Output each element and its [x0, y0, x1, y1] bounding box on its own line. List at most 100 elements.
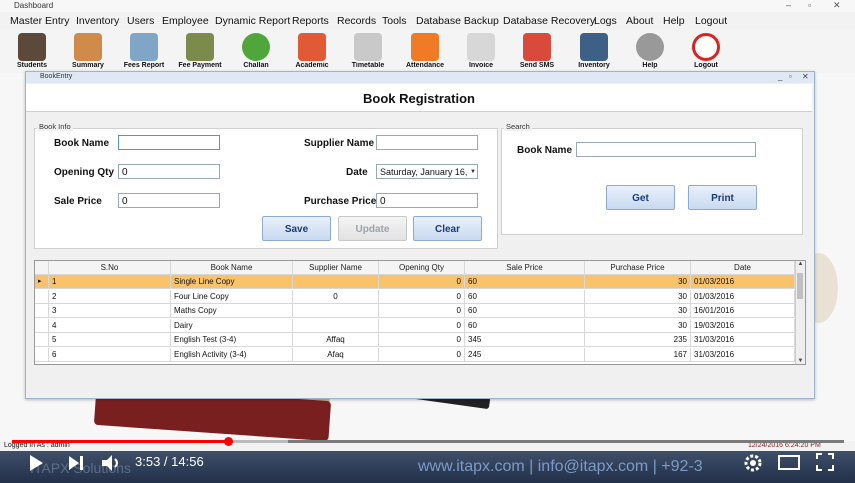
toolbar-logout[interactable]: Logout — [682, 33, 730, 69]
table-cell[interactable]: 167 — [585, 347, 691, 362]
table-cell[interactable]: 345 — [465, 333, 585, 347]
table-cell[interactable]: 30 — [585, 289, 691, 304]
table-cell[interactable]: 60 — [465, 289, 585, 304]
table-row[interactable]: 2 Four Line Copy 0 0 60 30 01/03/2016 — [35, 289, 795, 305]
toolbar-send-sms[interactable]: Send SMS — [513, 33, 561, 69]
table-cell[interactable]: 1 — [49, 275, 171, 289]
search-book-name-input[interactable] — [576, 142, 756, 157]
table-cell[interactable]: Maths Copy — [171, 304, 293, 318]
table-cell[interactable]: 4 — [49, 318, 171, 333]
table-cell[interactable]: Afaq — [293, 347, 379, 362]
menu-master-entry[interactable]: Master Entry — [10, 15, 70, 27]
menu-help[interactable]: Help — [663, 15, 685, 27]
save-button[interactable]: Save — [262, 216, 331, 241]
maximize-icon[interactable]: ▫ — [808, 0, 811, 10]
toolbar-students[interactable]: Students — [8, 33, 56, 69]
clear-button[interactable]: Clear — [413, 216, 482, 241]
menu-tools[interactable]: Tools — [382, 15, 407, 27]
col-sno-header[interactable]: S.No — [49, 261, 171, 275]
col-purchase-price-header[interactable]: Purchase Price — [585, 261, 691, 275]
table-row[interactable]: 4 Dairy 0 60 30 19/03/2016 — [35, 318, 795, 334]
scroll-thumb[interactable] — [797, 273, 803, 299]
menu-database-backup[interactable]: Database Backup — [416, 15, 499, 27]
table-cell[interactable]: 60 — [465, 304, 585, 318]
video-progress-bar[interactable] — [12, 437, 844, 446]
menu-dynamic-report[interactable]: Dynamic Report — [215, 15, 290, 27]
table-row[interactable]: 5 English Test (3-4) Affaq 0 345 235 31/03/201… — [35, 333, 795, 348]
date-picker[interactable]: Saturday, January 16, ▼ — [376, 164, 478, 179]
table-cell[interactable]: 3 — [49, 304, 171, 318]
table-cell[interactable]: Four Line Copy — [171, 289, 293, 304]
print-button[interactable]: Print — [688, 185, 757, 210]
row-header-cell[interactable] — [35, 347, 49, 362]
toolbar-inventory[interactable]: Inventory — [570, 33, 618, 69]
table-row[interactable]: 3 Maths Copy 0 60 30 16/01/2016 — [35, 304, 795, 319]
table-cell[interactable]: English Activity (3-4) — [171, 347, 293, 362]
menu-reports[interactable]: Reports — [292, 15, 329, 27]
settings-gear-icon[interactable] — [743, 453, 763, 473]
col-book-name-header[interactable]: Book Name — [171, 261, 293, 275]
menu-employee[interactable]: Employee — [162, 15, 209, 27]
grid-scrollbar[interactable]: ▲ ▼ — [795, 261, 805, 364]
table-cell[interactable]: 31/03/2016 — [691, 333, 795, 347]
table-cell[interactable] — [293, 275, 379, 289]
window-maximize-icon[interactable]: ▫ — [789, 72, 792, 81]
menu-records[interactable]: Records — [337, 15, 376, 27]
table-cell[interactable]: 6 — [49, 347, 171, 362]
toolbar-summary[interactable]: Summary — [64, 33, 112, 69]
scroll-down-icon[interactable]: ▼ — [796, 358, 805, 364]
table-cell[interactable]: 19/03/2016 — [691, 318, 795, 333]
close-icon[interactable]: ✕ — [833, 0, 841, 11]
table-row[interactable]: ▸ 1 Single Line Copy 0 60 30 01/03/2016 — [35, 275, 795, 290]
row-header-cell[interactable]: ▸ — [35, 275, 49, 289]
row-header-cell[interactable] — [35, 289, 49, 304]
menu-about[interactable]: About — [626, 15, 653, 27]
table-cell[interactable]: 16/01/2016 — [691, 304, 795, 318]
table-cell[interactable] — [293, 304, 379, 318]
opening-qty-input[interactable]: 0 — [118, 164, 220, 179]
menu-logs[interactable]: Logs — [594, 15, 617, 27]
col-supplier-header[interactable]: Supplier Name — [293, 261, 379, 275]
window-close-icon[interactable]: ✕ — [802, 72, 809, 81]
theater-mode-icon[interactable] — [778, 455, 800, 470]
toolbar-challan[interactable]: Challan — [232, 33, 280, 69]
row-header-cell[interactable] — [35, 333, 49, 347]
col-date-header[interactable]: Date — [691, 261, 795, 275]
table-cell[interactable]: 2 — [49, 289, 171, 304]
table-cell[interactable]: 01/03/2016 — [691, 289, 795, 304]
table-cell[interactable]: 0 — [379, 289, 465, 304]
table-cell[interactable]: 0 — [293, 289, 379, 304]
books-grid[interactable]: S.No Book Name Supplier Name Opening Qty… — [34, 260, 806, 365]
next-icon[interactable] — [68, 455, 84, 471]
toolbar-fees-report[interactable]: Fees Report — [120, 33, 168, 69]
table-cell[interactable]: Single Line Copy — [171, 275, 293, 289]
table-cell[interactable]: 235 — [585, 333, 691, 347]
scroll-up-icon[interactable]: ▲ — [796, 261, 805, 267]
row-header-cell[interactable] — [35, 318, 49, 333]
chevron-down-icon[interactable]: ▼ — [470, 165, 476, 180]
menu-database-recovery[interactable]: Database Recovery — [503, 15, 595, 27]
volume-icon[interactable] — [101, 454, 123, 472]
window-minimize-icon[interactable]: _ — [778, 72, 782, 81]
toolbar-fee-payment[interactable]: Fee Payment — [176, 33, 224, 69]
table-cell[interactable] — [293, 318, 379, 333]
toolbar-academic[interactable]: Academic — [288, 33, 336, 69]
table-cell[interactable]: 0 — [379, 347, 465, 362]
supplier-name-input[interactable] — [376, 135, 478, 150]
table-row[interactable]: 6 English Activity (3-4) Afaq 0 245 167 31/03/… — [35, 347, 795, 363]
toolbar-invoice[interactable]: Invoice — [457, 33, 505, 69]
update-button[interactable]: Update — [338, 216, 407, 241]
table-cell[interactable]: English Test (3-4) — [171, 333, 293, 347]
table-cell[interactable]: 5 — [49, 333, 171, 347]
table-cell[interactable]: 0 — [379, 304, 465, 318]
toolbar-help[interactable]: Help — [626, 33, 674, 69]
table-cell[interactable]: 30 — [585, 304, 691, 318]
menu-inventory[interactable]: Inventory — [76, 15, 119, 27]
table-cell[interactable]: 30 — [585, 275, 691, 289]
table-cell[interactable]: Affaq — [293, 333, 379, 347]
minimize-icon[interactable]: – — [786, 0, 791, 10]
book-name-input[interactable] — [118, 135, 220, 150]
sale-price-input[interactable]: 0 — [118, 193, 220, 208]
table-cell[interactable]: 01/03/2016 — [691, 275, 795, 289]
table-cell[interactable]: Dairy — [171, 318, 293, 333]
